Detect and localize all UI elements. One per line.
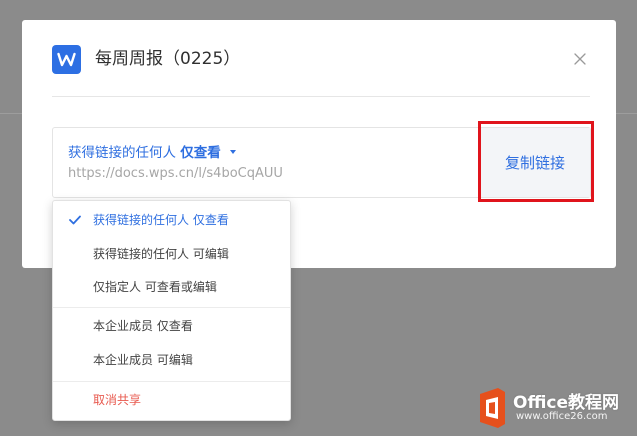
menu-item-cancel-share[interactable]: 取消共享 (53, 385, 290, 415)
menu-item-label: 取消共享 (93, 393, 142, 407)
wps-writer-icon (52, 45, 81, 74)
site-watermark: Office教程网 www.office26.com (476, 384, 636, 434)
menu-separator (53, 381, 290, 382)
check-icon (69, 205, 81, 235)
menu-item-label: 本企业成员 仅查看 (93, 319, 193, 333)
office-logo-icon (480, 388, 505, 428)
menu-item-label: 获得链接的任何人 仅查看 (93, 213, 229, 227)
permission-prefix: 获得链接的任何人 (68, 145, 176, 161)
background-divider-right (615, 113, 637, 114)
menu-item-label: 获得链接的任何人 可编辑 (93, 247, 229, 261)
menu-item-anyone-view[interactable]: 获得链接的任何人 仅查看 (53, 205, 290, 235)
menu-item-label: 仅指定人 可查看或编辑 (93, 280, 217, 294)
permission-menu: 获得链接的任何人 仅查看 获得链接的任何人 可编辑 仅指定人 可查看或编辑 本企… (52, 200, 291, 421)
permission-dropdown[interactable]: 获得链接的任何人 仅查看 (68, 143, 237, 163)
watermark-brand-b: 教程网 (568, 393, 620, 413)
close-icon (574, 50, 586, 69)
dialog-header: 每周周报（0225） (52, 45, 590, 75)
highlight-box (478, 121, 594, 202)
menu-item-org-edit[interactable]: 本企业成员 可编辑 (53, 345, 290, 375)
dialog-title: 每周周报（0225） (95, 49, 241, 69)
header-divider (52, 96, 590, 97)
close-button[interactable] (570, 49, 590, 69)
background-divider-left (0, 113, 22, 114)
menu-item-org-view[interactable]: 本企业成员 仅查看 (53, 311, 290, 341)
menu-separator (53, 307, 290, 308)
caret-down-icon (230, 150, 237, 154)
watermark-brand: Office教程网 (513, 388, 619, 413)
menu-item-specified-people[interactable]: 仅指定人 可查看或编辑 (53, 272, 290, 302)
watermark-brand-a: Office (513, 393, 569, 413)
watermark-url: www.office26.com (516, 411, 608, 422)
permission-value: 仅查看 (180, 145, 221, 161)
share-url: https://docs.wps.cn/l/s4boCqAUU (68, 166, 283, 181)
menu-item-label: 本企业成员 可编辑 (93, 353, 193, 367)
menu-item-anyone-edit[interactable]: 获得链接的任何人 可编辑 (53, 239, 290, 269)
